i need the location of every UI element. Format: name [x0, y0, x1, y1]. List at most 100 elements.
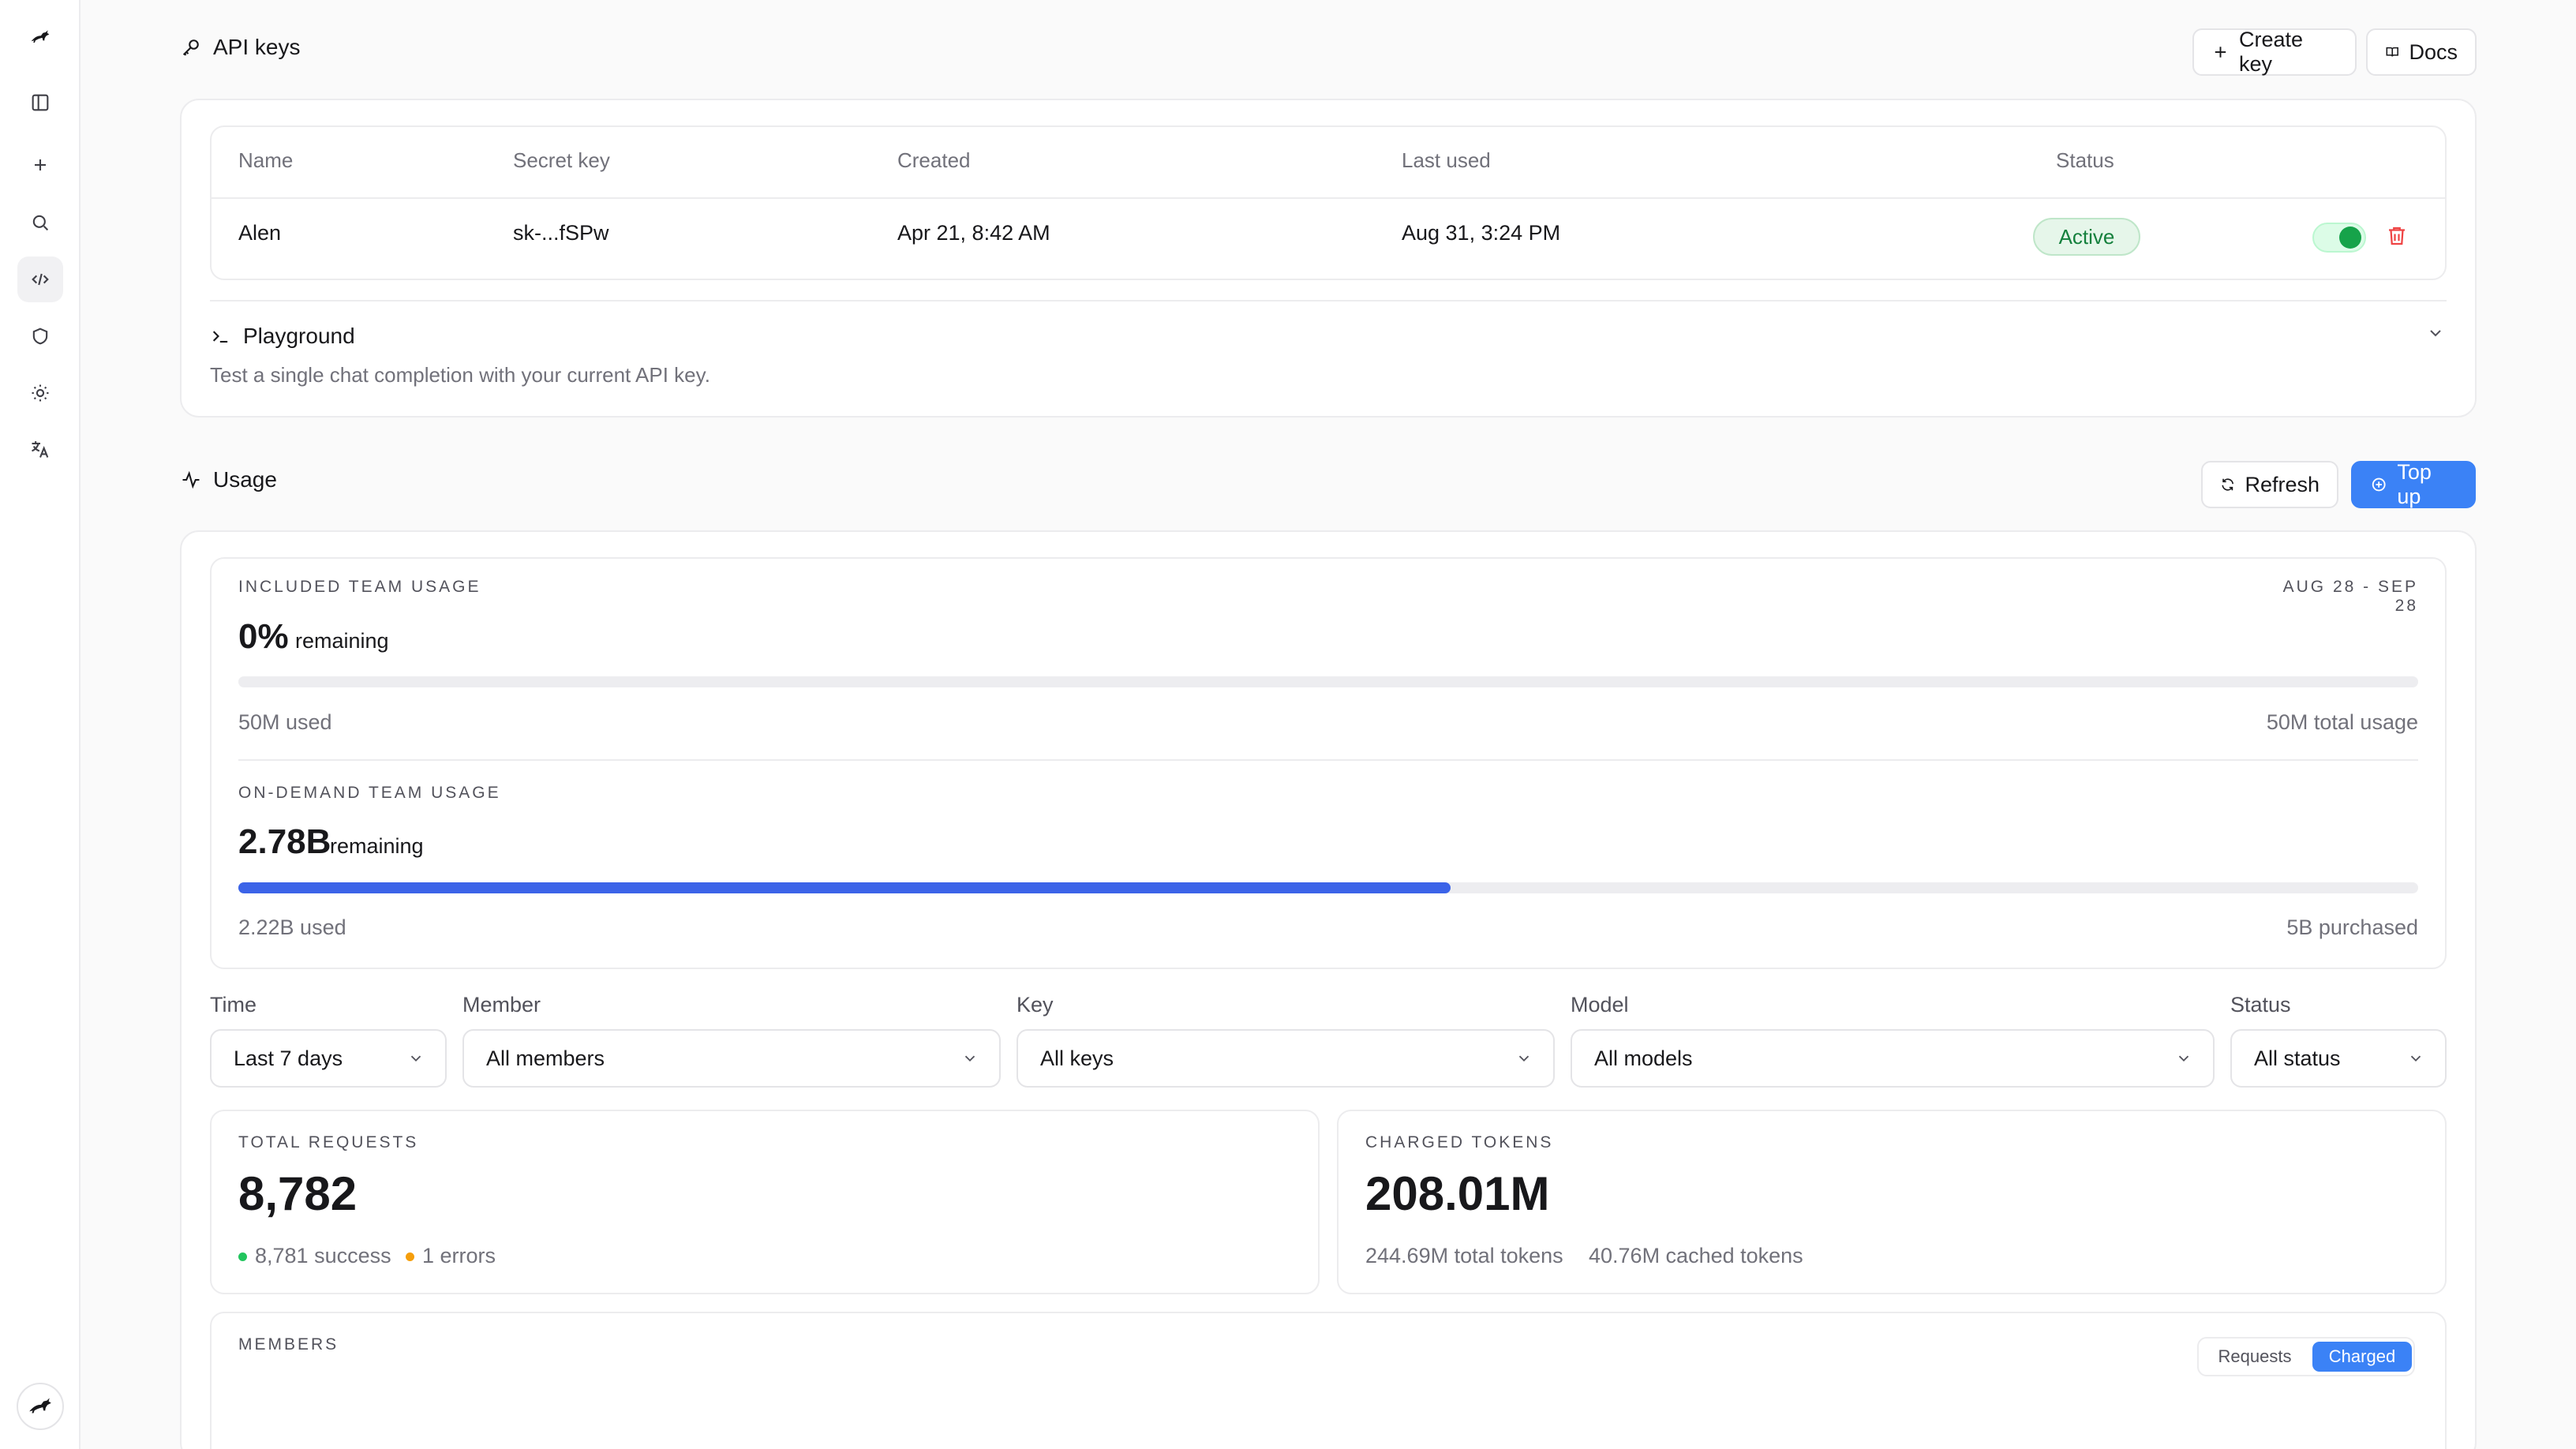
filter-time-label: Time — [210, 993, 256, 1017]
charged-tokens-value: 208.01M — [1365, 1167, 1550, 1220]
api-keys-header: API keys — [180, 35, 300, 60]
key-last-used: Aug 31, 3:24 PM — [1402, 221, 1561, 245]
app-root: API keys Create key Docs Name Secret key… — [0, 0, 2576, 1449]
error-dot — [406, 1252, 414, 1262]
model-select[interactable]: All models — [1571, 1029, 2215, 1088]
sidebar — [0, 0, 80, 1449]
requests-errors: 1 errors — [406, 1244, 496, 1268]
key-created: Apr 21, 8:42 AM — [897, 221, 1050, 245]
chevron-down-icon — [1518, 1055, 1530, 1062]
plus-icon — [2215, 47, 2226, 58]
chevron-down-icon — [964, 1055, 975, 1062]
coin-icon — [2372, 477, 2386, 492]
status-select-value: All status — [2254, 1046, 2341, 1070]
terminal-icon — [212, 331, 228, 343]
chevron-down-icon — [2410, 1055, 2421, 1062]
avatar[interactable] — [17, 1383, 64, 1430]
team-usage-panel — [210, 557, 2447, 969]
create-key-button[interactable]: Create key — [2192, 28, 2357, 76]
members-label: MEMBERS — [238, 1335, 339, 1354]
logo-icon[interactable] — [17, 14, 63, 60]
usage-period: AUG 28 - SEP 28 — [2282, 578, 2418, 615]
filter-key-label: Key — [1017, 993, 1054, 1017]
included-used: 50M used — [238, 710, 332, 734]
key-enabled-toggle[interactable] — [2312, 223, 2366, 253]
on-demand-remaining-value: 2.78B — [238, 822, 331, 861]
refresh-label: Refresh — [2245, 472, 2320, 496]
member-select[interactable]: All members — [462, 1029, 1001, 1088]
activity-icon — [182, 470, 200, 489]
success-dot — [238, 1252, 247, 1262]
included-remaining-suffix: remaining — [295, 629, 389, 653]
requests-success: 8,781 success — [238, 1244, 391, 1268]
total-requests-value: 8,782 — [238, 1167, 358, 1220]
plus-icon[interactable] — [17, 142, 63, 188]
on-demand-remaining-suffix: remaining — [330, 834, 424, 858]
filter-model-label: Model — [1571, 993, 1629, 1017]
on-demand-purchased: 5B purchased — [2286, 915, 2418, 939]
key-icon — [182, 39, 199, 56]
charged-tokens-label: CHARGED TOKENS — [1365, 1133, 1554, 1151]
key-select-value: All keys — [1040, 1046, 1114, 1070]
key-select[interactable]: All keys — [1017, 1029, 1555, 1088]
toggle-charged[interactable]: Charged — [2312, 1342, 2412, 1372]
usage-title: Usage — [213, 467, 277, 492]
book-icon — [2386, 47, 2398, 57]
api-keys-title: API keys — [213, 35, 301, 59]
cached-tokens: 40.76M cached tokens — [1589, 1244, 1803, 1267]
on-demand-usage-bar — [238, 882, 2418, 893]
members-metric-toggle: Requests Charged — [2197, 1337, 2415, 1376]
status-badge: Active — [2033, 218, 2140, 256]
key-secret: sk-...fSPw — [513, 221, 609, 245]
search-icon[interactable] — [17, 200, 63, 245]
trash-icon[interactable] — [2385, 224, 2409, 248]
usage-header: Usage — [180, 467, 277, 492]
playground-description: Test a single chat completion with your … — [210, 363, 710, 387]
refresh-button[interactable]: Refresh — [2201, 461, 2338, 508]
key-name: Alen — [238, 221, 282, 245]
requests-success-text: 8,781 success — [255, 1244, 391, 1267]
chevron-down-icon[interactable] — [2426, 324, 2445, 343]
create-key-label: Create key — [2238, 28, 2304, 76]
toggle-requests[interactable]: Requests — [2203, 1342, 2306, 1372]
col-last-used: Last used — [1402, 148, 1491, 172]
translate-icon[interactable] — [17, 426, 63, 472]
model-select-value: All models — [1594, 1046, 1693, 1070]
col-status: Status — [2056, 148, 2114, 172]
table-header-divider — [212, 197, 2445, 199]
requests-errors-text: 1 errors — [422, 1244, 496, 1267]
chevron-down-icon — [410, 1055, 421, 1062]
playground-title: Playground — [243, 324, 355, 348]
filter-member-label: Member — [462, 993, 541, 1017]
on-demand-used: 2.22B used — [238, 915, 346, 939]
on-demand-usage-fill — [238, 882, 1451, 893]
sun-icon[interactable] — [17, 370, 63, 416]
panel-icon[interactable] — [17, 80, 63, 125]
usage-divider — [238, 759, 2418, 761]
filter-status-label: Status — [2230, 993, 2291, 1017]
col-created: Created — [897, 148, 971, 172]
col-secret-key: Secret key — [513, 148, 610, 172]
chevron-down-icon — [2178, 1055, 2189, 1062]
on-demand-label: ON-DEMAND TEAM USAGE — [238, 784, 501, 802]
docs-label: Docs — [2409, 39, 2458, 64]
toggle-knob — [2339, 227, 2361, 249]
col-name: Name — [238, 148, 294, 172]
playground-divider — [210, 300, 2447, 301]
members-card — [210, 1312, 2447, 1449]
member-select-value: All members — [486, 1046, 605, 1070]
total-requests-label: TOTAL REQUESTS — [238, 1133, 419, 1151]
refresh-icon — [2222, 478, 2234, 491]
included-usage-label: INCLUDED TEAM USAGE — [238, 578, 481, 596]
included-total: 50M total usage — [2266, 710, 2418, 734]
shield-icon[interactable] — [17, 313, 63, 359]
top-up-button[interactable]: Top up — [2351, 460, 2476, 508]
docs-button[interactable]: Docs — [2366, 28, 2477, 76]
included-remaining-value: 0% — [238, 617, 289, 656]
time-select[interactable]: Last 7 days — [210, 1029, 447, 1088]
time-select-value: Last 7 days — [234, 1046, 343, 1070]
code-icon[interactable] — [17, 256, 63, 302]
playground-header[interactable]: Playground — [210, 324, 355, 349]
included-usage-bar — [238, 676, 2418, 687]
status-select[interactable]: All status — [2230, 1029, 2447, 1088]
